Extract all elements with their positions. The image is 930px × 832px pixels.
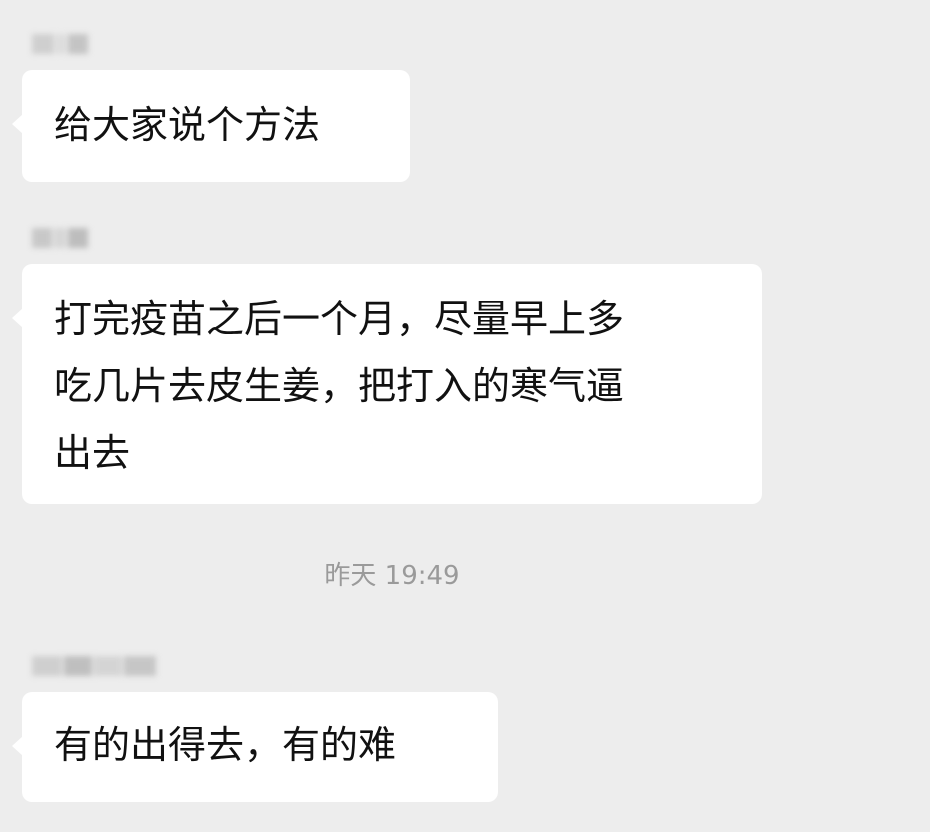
message-bubble[interactable]: 有的出得去，有的难 — [12, 692, 498, 802]
message-bubble[interactable]: 打完疫苗之后一个月，尽量早上多 吃几片去皮生姜，把打入的寒气逼 出去 — [12, 264, 762, 504]
message-bubble[interactable]: 给大家说个方法 — [12, 70, 410, 182]
message-text: 打完疫苗之后一个月，尽量早上多 — [54, 297, 625, 341]
message-text: 给大家说个方法 — [54, 103, 321, 147]
message-text: 有的出得去，有的难 — [54, 723, 397, 767]
timestamp-divider: 昨天 19:49 — [324, 561, 460, 591]
sender-name-redacted — [32, 32, 88, 56]
sender-name-redacted — [32, 654, 156, 678]
chat-history[interactable]: 给大家说个方法 打完疫苗之后一个月，尽量早上多 吃几片去皮生姜，把打入的寒气逼 … — [0, 0, 930, 832]
message-text: 出去 — [54, 431, 131, 475]
message-text: 吃几片去皮生姜，把打入的寒气逼 — [54, 364, 625, 408]
sender-name-redacted — [32, 226, 88, 250]
